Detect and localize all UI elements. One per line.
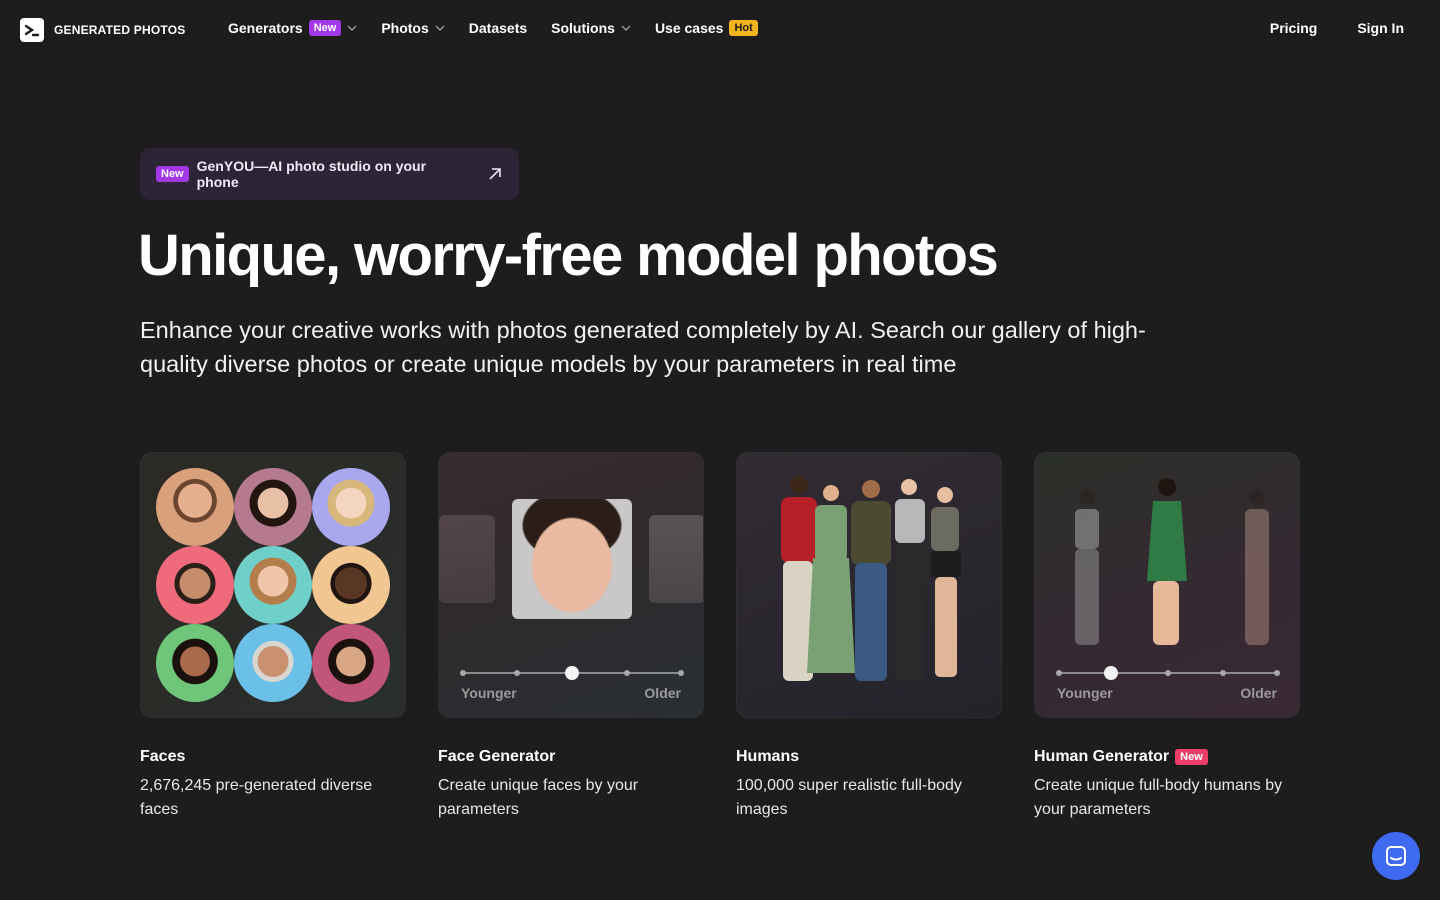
nav-generators[interactable]: Generators New <box>228 20 357 36</box>
slider-step <box>514 670 520 676</box>
card-faces-title: Faces <box>140 748 186 765</box>
slider-label-younger: Younger <box>461 685 517 701</box>
sign-in-link[interactable]: Sign In <box>1357 20 1404 36</box>
card-human-generator-title: Human Generator <box>1034 748 1170 765</box>
nav-solutions[interactable]: Solutions <box>551 20 631 36</box>
logo-icon <box>20 18 44 42</box>
card-humans[interactable]: Humans 100,000 super realistic full-body… <box>736 452 1002 822</box>
external-arrow-icon <box>489 168 501 180</box>
chevron-down-icon <box>621 25 631 31</box>
nav-datasets[interactable]: Datasets <box>469 20 527 36</box>
age-slider-handle[interactable] <box>1104 666 1118 680</box>
card-humans-title: Humans <box>736 748 800 765</box>
slider-step <box>460 670 466 676</box>
slider-step <box>624 670 630 676</box>
face-preview <box>512 499 632 619</box>
chat-button[interactable] <box>1372 832 1420 880</box>
face-avatar <box>234 624 312 702</box>
card-face-generator[interactable]: Younger Older Face Generator Create uniq… <box>438 452 704 822</box>
slider-step <box>678 670 684 676</box>
nav-generators-label: Generators <box>228 20 303 36</box>
card-faces-desc: 2,676,245 pre-generated diverse faces <box>140 777 373 818</box>
nav-photos-label: Photos <box>381 20 429 36</box>
nav-use-cases-label: Use cases <box>654 20 724 36</box>
pricing-link[interactable]: Pricing <box>1270 20 1317 36</box>
nav-datasets-label: Datasets <box>468 20 528 36</box>
new-badge: New <box>308 20 342 36</box>
face-thumb-right <box>649 515 703 603</box>
hero-title: Unique, worry-free model photos <box>138 223 999 288</box>
human-generator-image: Younger Older <box>1034 452 1300 718</box>
humans-illustration <box>781 476 961 681</box>
nav-photos[interactable]: Photos <box>381 20 445 36</box>
nav-use-cases[interactable]: Use cases Hot <box>655 20 758 36</box>
face-avatar <box>234 546 312 624</box>
human-figures-illustration <box>1075 478 1269 645</box>
face-avatar <box>234 468 312 546</box>
slider-label-older: Older <box>644 685 681 701</box>
face-avatar <box>156 468 234 546</box>
card-face-generator-desc: Create unique faces by your parameters <box>438 777 639 818</box>
slider-step <box>1274 670 1280 676</box>
slider-step <box>1220 670 1226 676</box>
chevron-down-icon <box>347 25 357 31</box>
promo-text: GenYOU—AI photo studio on your phone <box>196 158 427 190</box>
new-badge: New <box>1175 749 1208 765</box>
face-avatar <box>312 546 390 624</box>
card-face-generator-title: Face Generator <box>438 748 556 765</box>
age-slider-handle[interactable] <box>565 666 579 680</box>
face-avatar <box>156 546 234 624</box>
humans-group-image <box>736 452 1002 718</box>
face-generator-image: Younger Older <box>438 452 704 718</box>
slider-step <box>1165 670 1171 676</box>
card-human-generator-desc: Create unique full-body humans by your p… <box>1034 777 1283 818</box>
slider-step <box>1056 670 1062 676</box>
chat-icon <box>1386 846 1406 866</box>
card-human-generator[interactable]: Younger Older Human Generator New Create… <box>1034 452 1300 822</box>
face-avatar <box>156 624 234 702</box>
face-avatar <box>312 468 390 546</box>
top-nav: GENERATED PHOTOS Generators New Photos D… <box>0 0 1440 60</box>
nav-solutions-label: Solutions <box>551 20 615 36</box>
slider-label-older: Older <box>1240 685 1277 701</box>
card-faces[interactable]: Faces 2,676,245 pre-generated diverse fa… <box>140 452 406 822</box>
face-avatar <box>312 624 390 702</box>
promo-new-badge: New <box>156 166 189 182</box>
face-thumb-left <box>439 515 495 603</box>
brand-name: GENERATED PHOTOS <box>54 23 186 37</box>
logo[interactable]: GENERATED PHOTOS <box>20 18 185 42</box>
promo-banner[interactable]: New GenYOU—AI photo studio on your phone <box>140 148 519 200</box>
card-humans-desc: 100,000 super realistic full-body images <box>736 777 962 818</box>
hot-badge: Hot <box>729 20 758 36</box>
faces-grid-image <box>140 452 406 718</box>
hero-subtitle: Enhance your creative works with photos … <box>140 317 1146 377</box>
slider-label-younger: Younger <box>1057 685 1113 701</box>
chevron-down-icon <box>435 25 445 31</box>
